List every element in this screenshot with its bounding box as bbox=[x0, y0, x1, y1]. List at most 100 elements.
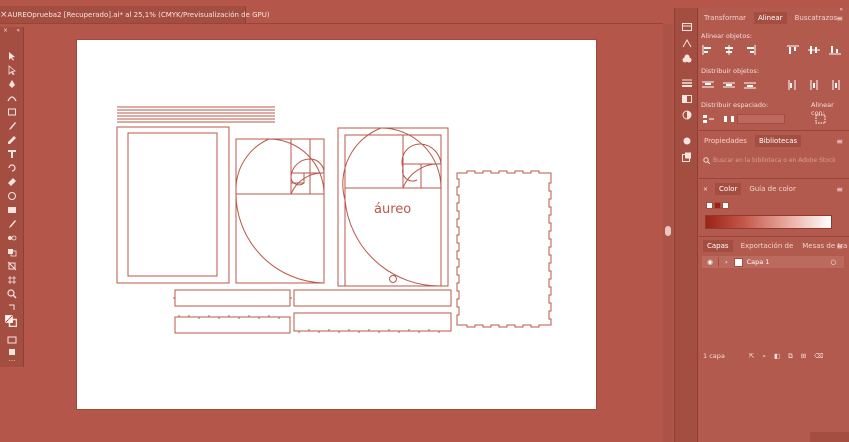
locate-object-icon[interactable]: ⌕ bbox=[762, 352, 766, 361]
distribute-left-icon[interactable] bbox=[786, 80, 800, 90]
direct-selection-icon[interactable] bbox=[7, 65, 17, 75]
close-panel-icon[interactable]: × bbox=[3, 27, 8, 37]
tab-color-guide[interactable]: Guía de color bbox=[748, 183, 797, 195]
libraries-panel-menu-icon[interactable]: ≡ bbox=[836, 137, 843, 146]
rectangle-icon[interactable] bbox=[7, 107, 17, 117]
color-panel-menu-icon[interactable]: ≡ bbox=[836, 185, 843, 194]
more-tools-icon[interactable]: ... bbox=[7, 354, 17, 364]
distribute-objects-label: Distribuir objetos: bbox=[701, 67, 760, 75]
tab-pathfinder[interactable]: Buscatrazos bbox=[794, 12, 839, 24]
align-to-button bbox=[815, 114, 829, 124]
align-objects-buttons bbox=[701, 45, 842, 55]
distribute-top-icon[interactable] bbox=[701, 80, 715, 90]
curvature-icon[interactable] bbox=[7, 93, 17, 103]
none-swatch[interactable] bbox=[706, 202, 713, 209]
blend-icon[interactable] bbox=[7, 233, 17, 243]
eyedropper-icon[interactable] bbox=[7, 219, 17, 229]
distribute-hspace-icon[interactable] bbox=[722, 114, 736, 124]
tab-libraries[interactable]: Bibliotecas bbox=[754, 135, 802, 147]
align-left-icon[interactable] bbox=[701, 45, 715, 55]
artwork-stripes bbox=[117, 106, 275, 123]
tools-panel: × « ... bbox=[0, 27, 24, 367]
align-panel-menu-icon[interactable]: ≡ bbox=[836, 14, 843, 23]
align-to-selection-icon[interactable] bbox=[815, 114, 829, 124]
color-spectrum-slider[interactable] bbox=[705, 215, 832, 229]
clipping-mask-icon[interactable]: ◧ bbox=[774, 352, 780, 360]
expand-chevron-icon[interactable]: › bbox=[725, 258, 728, 266]
symbol-sprayer-icon[interactable] bbox=[7, 247, 17, 257]
eraser-icon[interactable] bbox=[7, 177, 17, 187]
fill-stroke-icon[interactable] bbox=[5, 315, 17, 327]
close-color-panel-icon[interactable]: × bbox=[703, 186, 708, 193]
brushes-panel-icon[interactable] bbox=[681, 38, 693, 48]
new-sublayer-icon[interactable]: ⧉ bbox=[788, 352, 793, 361]
distribute-right-icon[interactable] bbox=[828, 80, 842, 90]
collapse-panel-icon[interactable]: « bbox=[16, 27, 20, 37]
white-swatch[interactable] bbox=[722, 202, 729, 209]
artwork-logo-text: áureo bbox=[374, 202, 411, 217]
align-vcenter-icon[interactable] bbox=[807, 45, 821, 55]
tab-transform[interactable]: Transformar bbox=[703, 12, 747, 24]
artwork-spiral-panel-small bbox=[235, 138, 325, 284]
fill-swatch[interactable] bbox=[714, 202, 721, 209]
distribute-bottom-icon[interactable] bbox=[743, 80, 757, 90]
layers-footer: 1 capa ⇱ ⌕ ◧ ⧉ ⊞ ⌫ bbox=[703, 351, 843, 361]
align-panel-tabs: Transformar Alinear Buscatrazos bbox=[699, 8, 849, 28]
scrollbar-thumb[interactable] bbox=[665, 226, 671, 236]
appearance-panel-icon[interactable] bbox=[681, 136, 693, 146]
tab-color[interactable]: Color bbox=[715, 183, 742, 195]
artboard[interactable]: áureo bbox=[76, 39, 597, 410]
collapse-panels-icon[interactable]: » bbox=[839, 6, 843, 13]
layer-name[interactable]: Capa 1 bbox=[747, 258, 770, 266]
libraries-panel-icon[interactable] bbox=[681, 22, 693, 32]
delete-layer-icon[interactable]: ⌫ bbox=[814, 352, 823, 360]
layer-row[interactable]: ◉ › Capa 1 ○ bbox=[702, 256, 844, 268]
align-right-icon[interactable] bbox=[743, 45, 757, 55]
zoom-icon[interactable] bbox=[7, 289, 17, 299]
libraries-panel-tabs: Propiedades Bibliotecas bbox=[699, 131, 802, 151]
transparency-panel-icon[interactable] bbox=[681, 110, 693, 120]
tab-properties[interactable]: Propiedades bbox=[703, 135, 748, 147]
search-icon bbox=[703, 156, 710, 164]
layer-target-icon[interactable]: ○ bbox=[830, 258, 836, 266]
document-tab[interactable]: × AUREOprueba2 [Recuperado].ai* al 25,1%… bbox=[0, 6, 270, 23]
symbols-panel-icon[interactable] bbox=[681, 54, 693, 64]
distribute-objects-buttons bbox=[701, 80, 842, 90]
distribute-vspace-icon[interactable] bbox=[701, 114, 715, 124]
artwork-tab-box-right bbox=[456, 170, 552, 328]
artwork-tab-strip-4 bbox=[293, 312, 452, 333]
visibility-eye-icon[interactable]: ◉ bbox=[702, 258, 718, 266]
export-icon[interactable]: ⇱ bbox=[749, 352, 754, 360]
width-icon[interactable] bbox=[7, 205, 17, 215]
rotate-icon[interactable] bbox=[7, 163, 17, 173]
graphic-styles-panel-icon[interactable] bbox=[681, 152, 693, 162]
status-bar bbox=[810, 432, 849, 442]
tab-align[interactable]: Alinear bbox=[754, 12, 787, 24]
selection-icon[interactable] bbox=[7, 51, 17, 61]
spacing-value-field[interactable] bbox=[737, 114, 785, 124]
swap-icon[interactable] bbox=[7, 303, 17, 313]
layers-panel-menu-icon[interactable]: ≡ bbox=[836, 242, 843, 251]
new-layer-icon[interactable]: ⊞ bbox=[801, 352, 806, 360]
align-bottom-icon[interactable] bbox=[828, 45, 842, 55]
tab-layers[interactable]: Capas bbox=[703, 240, 733, 252]
align-hcenter-icon[interactable] bbox=[722, 45, 736, 55]
tabstrip-divider bbox=[0, 23, 663, 24]
artboard-icon[interactable] bbox=[7, 275, 17, 285]
library-search-input[interactable]: Buscar en la biblioteca o en Adobe Stock bbox=[703, 154, 843, 166]
type-icon[interactable] bbox=[7, 149, 17, 159]
paintbrush-icon[interactable] bbox=[7, 121, 17, 131]
close-document-icon[interactable]: × bbox=[0, 10, 8, 20]
distribute-hcenter-icon[interactable] bbox=[807, 80, 821, 90]
align-top-icon[interactable] bbox=[786, 45, 800, 55]
pencil-icon[interactable] bbox=[7, 135, 17, 145]
screen-mode-icon[interactable] bbox=[7, 335, 17, 345]
gradient-panel-icon[interactable] bbox=[681, 94, 693, 104]
shape-builder-icon[interactable] bbox=[7, 261, 17, 271]
warp-icon[interactable] bbox=[7, 191, 17, 201]
pen-icon[interactable] bbox=[7, 79, 17, 89]
stroke-panel-icon[interactable] bbox=[681, 78, 693, 88]
distribute-vcenter-icon[interactable] bbox=[722, 80, 736, 90]
tools-panel-header: × « bbox=[0, 27, 23, 37]
tab-asset-export[interactable]: Exportación de bbox=[740, 240, 795, 252]
